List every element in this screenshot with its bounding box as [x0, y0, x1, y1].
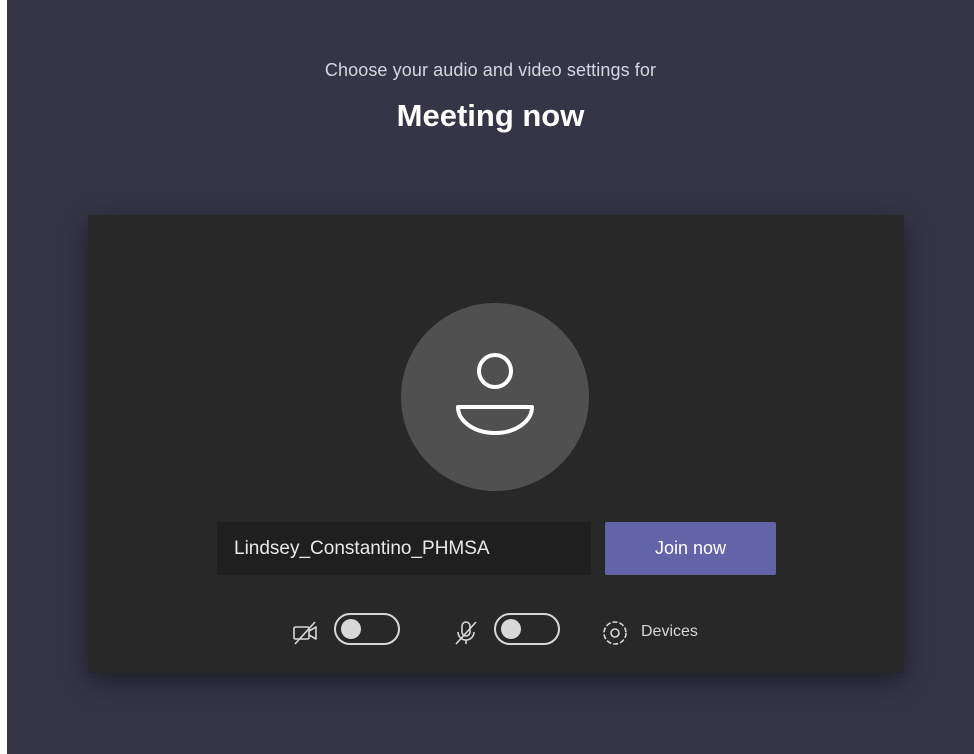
avatar	[401, 303, 589, 491]
join-now-button[interactable]: Join now	[605, 522, 776, 575]
settings-subtitle: Choose your audio and video settings for	[324, 60, 657, 80]
devices-label: Devices	[641, 623, 698, 640]
camera-toggle[interactable]	[334, 613, 400, 645]
mic-off-icon	[455, 621, 477, 645]
camera-off-icon	[293, 621, 317, 645]
device-controls: Devices	[88, 608, 904, 658]
person-icon	[456, 353, 534, 435]
camera-toggle-knob	[341, 619, 361, 639]
microphone-toggle[interactable]	[494, 613, 560, 645]
microphone-toggle-knob	[501, 619, 521, 639]
meeting-title: Meeting now	[396, 98, 585, 133]
video-preview-panel: Join now	[88, 215, 904, 673]
meeting-prejoin-screen: Choose your audio and video settings for…	[7, 0, 974, 754]
display-name-field[interactable]	[217, 522, 591, 575]
gear-icon	[603, 621, 627, 645]
